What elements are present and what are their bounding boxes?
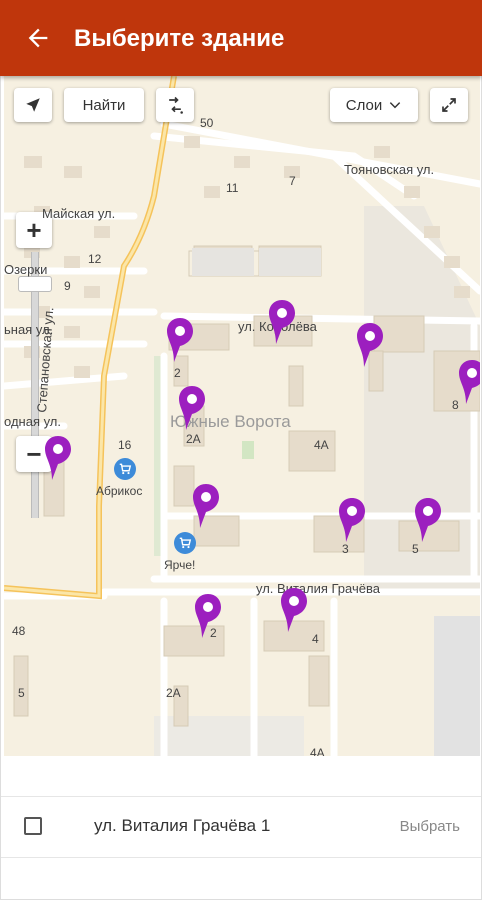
house-number: 50 — [200, 116, 214, 130]
layers-label: Слои — [345, 96, 383, 114]
app-bar: Выберите здание — [0, 0, 482, 76]
building-pin-icon[interactable] — [266, 298, 298, 346]
building-pin-icon[interactable] — [176, 384, 208, 432]
expand-icon — [442, 98, 456, 112]
building-list-item[interactable]: ул. Виталия Грачёва 1 Выбрать — [0, 796, 482, 858]
layers-button[interactable]: Слои — [330, 88, 418, 122]
street-label: одная ул. — [4, 414, 62, 429]
street-label: Тояновская ул. — [344, 162, 435, 177]
building-pin-icon[interactable] — [192, 592, 224, 640]
building-pin-icon[interactable] — [42, 434, 74, 482]
building-address: ул. Виталия Грачёва 1 — [94, 816, 271, 835]
shop-marker-icon[interactable] — [174, 532, 196, 554]
cart-icon — [179, 537, 192, 549]
building-pin-icon[interactable] — [412, 496, 444, 544]
street-label: ул. Виталия Грачёва — [256, 581, 380, 596]
shop-label: Ярче! — [164, 558, 196, 572]
zoom-slider-thumb[interactable] — [18, 276, 52, 292]
chevron-down-icon — [390, 102, 401, 109]
navigation-arrow-icon — [26, 98, 40, 112]
find-button[interactable]: Найти — [64, 88, 144, 122]
street-label: Озерки — [4, 262, 48, 277]
building-pin-icon[interactable] — [190, 482, 222, 530]
house-number: 11 — [226, 181, 239, 195]
spacer — [4, 756, 480, 796]
house-number: 7 — [289, 174, 296, 188]
building-pin-icon[interactable] — [354, 321, 386, 369]
house-number: 2А — [166, 686, 181, 700]
fullscreen-button[interactable] — [430, 88, 468, 122]
house-number: 12 — [88, 252, 102, 266]
house-number: 3 — [342, 542, 349, 556]
page-title: Выберите здание — [74, 25, 285, 52]
shop-label: Абрикос — [96, 484, 143, 498]
route-icon — [169, 96, 183, 114]
shop-marker-icon[interactable] — [114, 458, 136, 480]
building-pin-icon[interactable] — [164, 316, 196, 364]
house-number: 48 — [12, 624, 26, 638]
arrow-back-icon[interactable] — [24, 24, 52, 52]
house-number: 2А — [186, 432, 201, 446]
house-number: 2 — [174, 366, 181, 380]
house-number: 9 — [64, 279, 71, 293]
street-label: Майская ул. — [42, 206, 116, 221]
building-pin-icon[interactable] — [456, 358, 480, 406]
building-pin-icon[interactable] — [336, 496, 368, 544]
house-number: 4А — [310, 746, 325, 756]
house-number: 4 — [312, 632, 319, 646]
building-pin-icon[interactable] — [278, 586, 310, 634]
map-view[interactable]: Найти Слои + − 50 11 7 Тояновская ул. Ма… — [4, 76, 480, 756]
select-button[interactable]: Выбрать — [400, 818, 460, 835]
house-number: 5 — [412, 542, 419, 556]
house-number: 4А — [314, 438, 329, 452]
geolocate-button[interactable] — [14, 88, 52, 122]
house-number: 5 — [18, 686, 25, 700]
cart-icon — [119, 463, 132, 475]
house-number: 16 — [118, 438, 132, 452]
route-button[interactable] — [156, 88, 194, 122]
select-checkbox[interactable] — [24, 817, 42, 835]
